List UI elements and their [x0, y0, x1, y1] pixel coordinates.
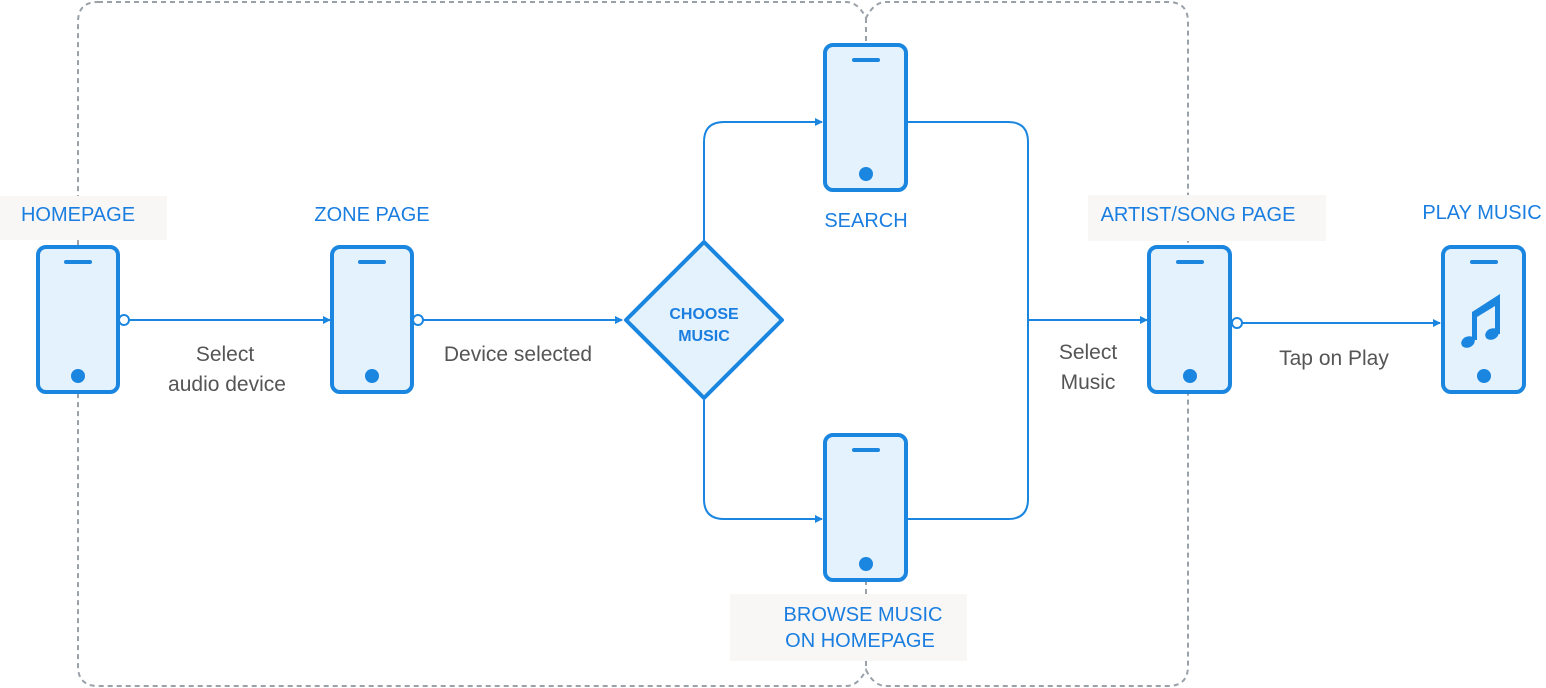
node-label: ARTIST/SONG PAGE [1101, 204, 1296, 226]
connector-start [412, 314, 424, 326]
user-flow-diagram: HOMEPAGE ZONE PAGE SEARCH BROWSE MUSIC O… [0, 1, 1542, 687]
edge-label: Device selected [444, 343, 592, 366]
smartphone-icon [1147, 245, 1232, 394]
edge-merge [906, 121, 1029, 520]
node-label: ON HOMEPAGE [785, 630, 935, 652]
edge-label: Select [196, 343, 255, 366]
node-label: ZONE PAGE [314, 204, 429, 226]
node-search[interactable]: SEARCH [823, 43, 908, 232]
decision-label: CHOOSE [669, 306, 739, 323]
node-label: HOMEPAGE [21, 204, 135, 226]
node-label: BROWSE MUSIC [784, 604, 943, 626]
edge-label: Tap on Play [1279, 347, 1389, 370]
node-zone-page[interactable]: ZONE PAGE [314, 204, 430, 394]
decision-choose-music[interactable]: CHOOSE MUSIC [624, 240, 784, 400]
smartphone-icon [330, 245, 414, 394]
decision-label: MUSIC [678, 328, 730, 345]
smartphone-icon [823, 433, 908, 582]
edge-choose-browse [703, 400, 823, 523]
node-play-music[interactable]: PLAY MUSIC [1422, 202, 1542, 394]
connector-start [1231, 317, 1243, 329]
smartphone-icon [36, 245, 120, 394]
node-browse-music[interactable]: BROWSE MUSIC ON HOMEPAGE [784, 433, 943, 652]
edge-label: audio device [168, 373, 286, 396]
node-label: PLAY MUSIC [1422, 202, 1541, 224]
node-label: SEARCH [824, 210, 907, 232]
edge-choose-search [703, 118, 823, 240]
edge-label: Select [1059, 341, 1118, 364]
smartphone-icon [1441, 245, 1526, 394]
edge-label: Music [1061, 371, 1116, 394]
smartphone-icon [823, 43, 908, 192]
connector-start [118, 314, 130, 326]
